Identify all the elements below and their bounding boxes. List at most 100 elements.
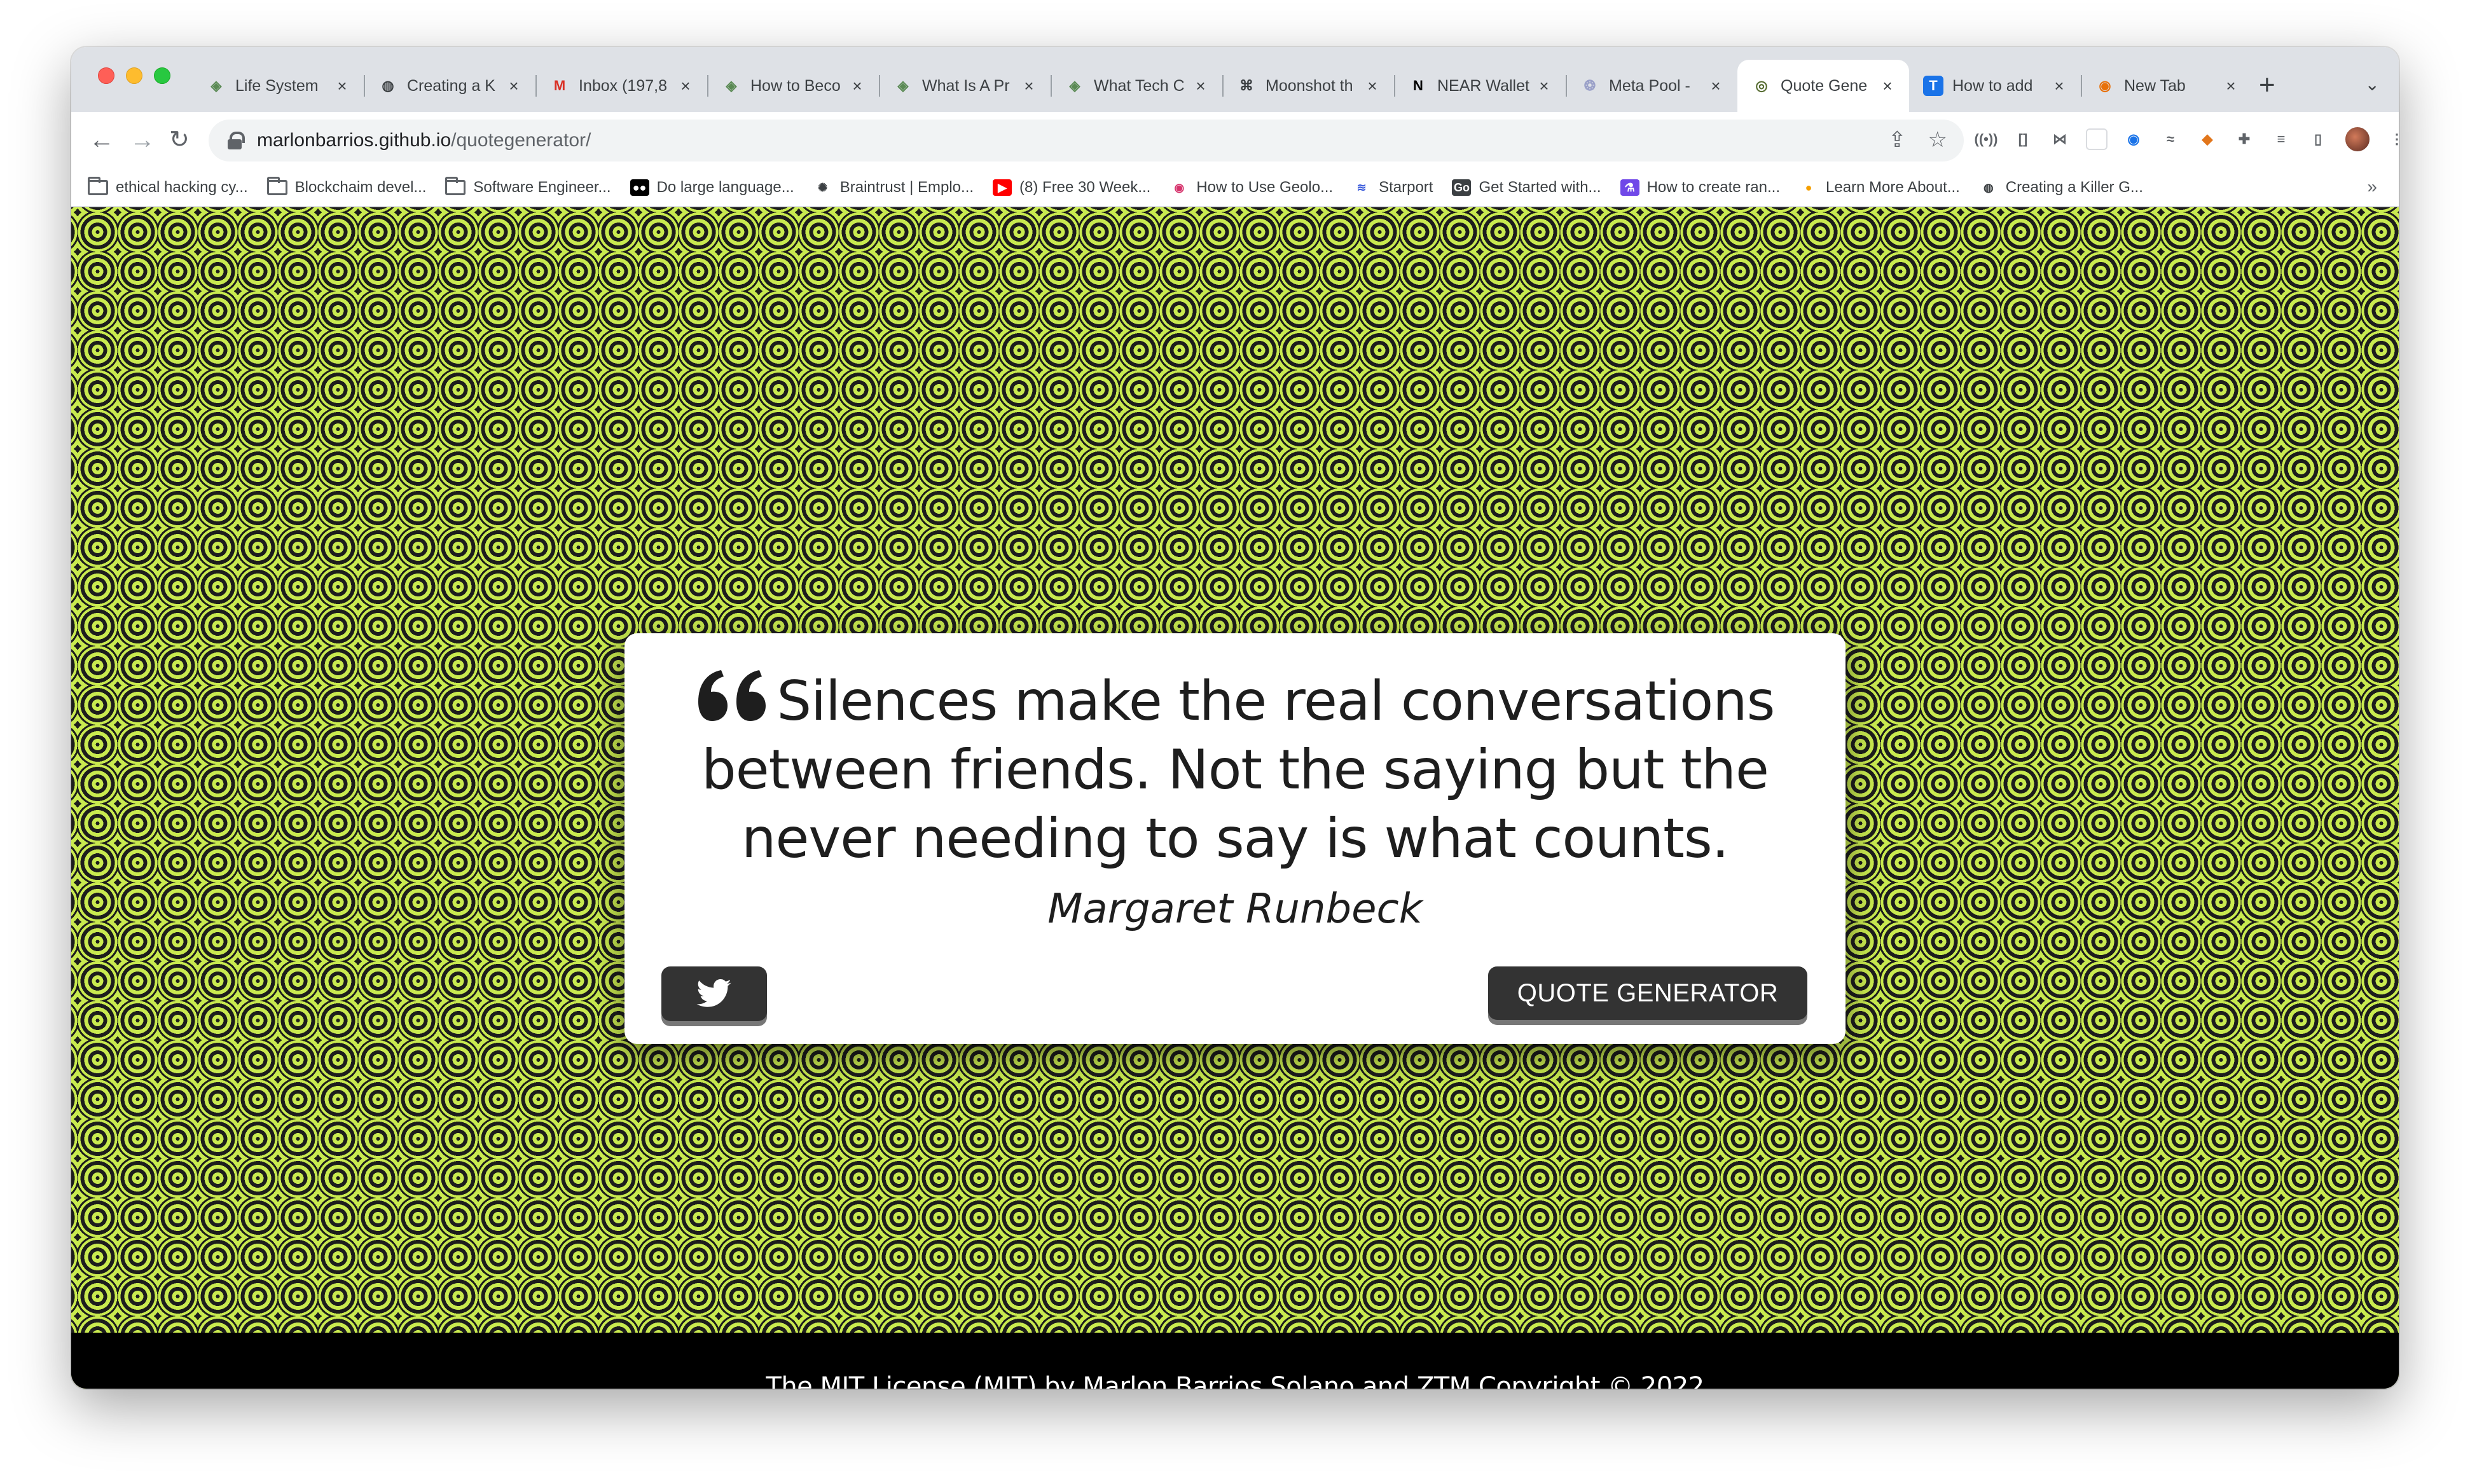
footer-copyright-text: Copyright © 2022 [1478, 1372, 1704, 1389]
browser-tab[interactable]: ❂ Meta Pool - × [1566, 60, 1737, 112]
tab-title: How to add [1952, 76, 2033, 95]
bookmark-label: Blockchaim devel... [294, 179, 427, 196]
tab-title: Life System [235, 76, 319, 95]
tweet-button[interactable] [661, 966, 767, 1021]
bookmark-item[interactable]: Blockchaim devel... [266, 177, 427, 196]
near-icon: N [1413, 78, 1423, 93]
tab-close-icon[interactable]: × [505, 76, 523, 96]
bookmark-item[interactable]: Go Get Started with... [1452, 179, 1601, 196]
tab-title: How to Beco [750, 76, 841, 95]
tab-title: New Tab [2124, 76, 2186, 95]
tab-close-icon[interactable]: × [1707, 76, 1725, 96]
browser-menu-icon[interactable]: ⋮ [2386, 128, 2399, 150]
bookmark-label: Software Engineer... [473, 179, 611, 196]
share-icon[interactable]: ⇪ [1888, 127, 1907, 153]
footer-license-text: The MIT License (MIT) by [766, 1372, 1075, 1389]
extension-wave-icon[interactable]: ≈ [2160, 128, 2181, 150]
bookmark-item[interactable]: ethical hacking cy... [88, 177, 248, 196]
medium-icon: ●● [630, 179, 649, 196]
side-panel-icon[interactable]: ▯ [2307, 128, 2329, 150]
chrome-icon: ◉ [2099, 78, 2111, 93]
bookmark-item[interactable]: ≋ Starport [1352, 179, 1433, 196]
tab-close-icon[interactable]: × [2222, 76, 2240, 96]
browser-tab[interactable]: ◈ Life System × [192, 60, 364, 112]
browser-tab[interactable]: ◉ New Tab × [2081, 60, 2253, 112]
bookmark-label: Do large language... [656, 179, 794, 196]
bookmark-item[interactable]: ●● Do large language... [630, 179, 794, 196]
browser-tab[interactable]: ◍ Creating a K × [364, 60, 535, 112]
extension-vscode-icon[interactable]: ⋈ [2049, 128, 2071, 150]
browser-tab[interactable]: M Inbox (197,8 × [535, 60, 707, 112]
bookmark-item[interactable]: Software Engineer... [445, 177, 611, 196]
tab-strip: ◈ Life System × ◍ Creating a K × M Inbox (197,8… [71, 47, 2399, 112]
maximize-window-button[interactable] [154, 67, 170, 84]
browser-tab[interactable]: T How to add × [1909, 60, 2081, 112]
browser-tab[interactable]: ◎ Quote Gene × [1737, 60, 1909, 112]
footer-and-text: and [1362, 1372, 1409, 1389]
back-button[interactable]: ← [89, 125, 114, 155]
bookmark-item[interactable]: ⚗ How to create ran... [1620, 179, 1780, 196]
globe-icon: ◍ [382, 78, 394, 93]
new-tab-button[interactable]: + [2259, 71, 2275, 99]
page-background: Silences make the real conversations bet… [71, 207, 2399, 1389]
browser-tab[interactable]: ⌘ Moonshot th × [1222, 60, 1394, 112]
quote-author: Margaret Runbeck [1047, 886, 1423, 933]
t-icon: T [1923, 76, 1943, 96]
bookmark-item[interactable]: ● Learn More About... [1799, 179, 1960, 196]
profile-avatar[interactable] [2344, 126, 2371, 153]
quote-left-icon [698, 670, 766, 721]
minimize-window-button[interactable] [126, 67, 142, 84]
url-host: marlonbarrios.github.io [257, 130, 452, 151]
moonshot-icon: ⌘ [1239, 78, 1253, 93]
footer-ztm-link[interactable]: ZTM [1417, 1372, 1471, 1389]
close-window-button[interactable] [98, 67, 114, 84]
tab-title: Meta Pool - [1609, 76, 1690, 95]
puzzle-extensions-icon[interactable]: ✚ [2233, 128, 2255, 150]
metamask-fox-icon[interactable]: ◆ [2197, 128, 2218, 150]
tab-title: Quote Gene [1781, 76, 1868, 95]
reload-button[interactable]: ↻ [169, 125, 190, 155]
browser-tab[interactable]: ◈ What Is A Pr × [879, 60, 1051, 112]
bookmark-item[interactable]: ✺ Braintrust | Emplo... [813, 179, 974, 196]
quote-generator-button[interactable]: QUOTE GENERATOR [1488, 966, 1807, 1020]
tab-close-icon[interactable]: × [2050, 76, 2068, 96]
folder-icon [88, 177, 108, 195]
tab-close-icon[interactable]: × [677, 76, 694, 96]
bookmarks-overflow-icon[interactable]: » [2367, 177, 2377, 197]
bookmark-label: (8) Free 30 Week... [1019, 179, 1151, 196]
youtube-icon: ▶ [993, 179, 1012, 196]
tab-close-icon[interactable]: × [848, 76, 866, 96]
bookmark-star-icon[interactable]: ☆ [1928, 127, 1947, 153]
tab-close-icon[interactable]: × [1020, 76, 1038, 96]
extension-bracket-icon[interactable]: [] [2012, 128, 2034, 150]
bookmark-label: Get Started with... [1479, 179, 1601, 196]
bookmark-label: Braintrust | Emplo... [839, 179, 974, 196]
bookmark-item[interactable]: ◉ How to Use Geolo... [1169, 179, 1333, 196]
bookmark-label: ethical hacking cy... [116, 179, 248, 196]
tab-close-icon[interactable]: × [1192, 76, 1210, 96]
tab-close-icon[interactable]: × [333, 76, 351, 96]
tab-close-icon[interactable]: × [1535, 76, 1553, 96]
tab-title: What Tech C [1094, 76, 1185, 95]
bookmark-label: Starport [1379, 179, 1433, 196]
window-controls [98, 67, 170, 84]
tab-close-icon[interactable]: × [1879, 76, 1896, 96]
tab-close-icon[interactable]: × [1363, 76, 1381, 96]
extension-blank-icon[interactable] [2086, 128, 2108, 150]
footer-author-link[interactable]: Marlon Barrios Solano [1082, 1372, 1355, 1389]
bookmark-item[interactable]: ◍ Creating a Killer G... [1979, 179, 2143, 196]
tab-search-chevron-icon[interactable]: ⌄ [2365, 74, 2380, 95]
forward-button[interactable]: → [130, 125, 155, 155]
bookmark-item[interactable]: ▶ (8) Free 30 Week... [993, 179, 1150, 196]
extension-circle-icon[interactable]: ◉ [2123, 128, 2144, 150]
browser-tab[interactable]: ◈ What Tech C × [1051, 60, 1222, 112]
extension-radio-icon[interactable]: ((•)) [1975, 128, 1998, 150]
browser-tab[interactable]: N NEAR Wallet × [1394, 60, 1566, 112]
bookmark-label: Learn More About... [1826, 179, 1960, 196]
reading-list-icon[interactable]: ≡ [2270, 128, 2292, 150]
tab-title: Moonshot th [1266, 76, 1353, 95]
browser-tab[interactable]: ◈ How to Beco × [707, 60, 879, 112]
extensions-area: ((•)) [] ⋈ ◉ ≈ ◆ ✚ ≡ ▯ ⋮ [1975, 126, 2399, 153]
address-bar[interactable]: marlonbarrios.github.io/quotegenerator/ … [209, 120, 1964, 161]
bookmarks-bar: ethical hacking cy... Blockchaim devel...… [71, 169, 2399, 207]
